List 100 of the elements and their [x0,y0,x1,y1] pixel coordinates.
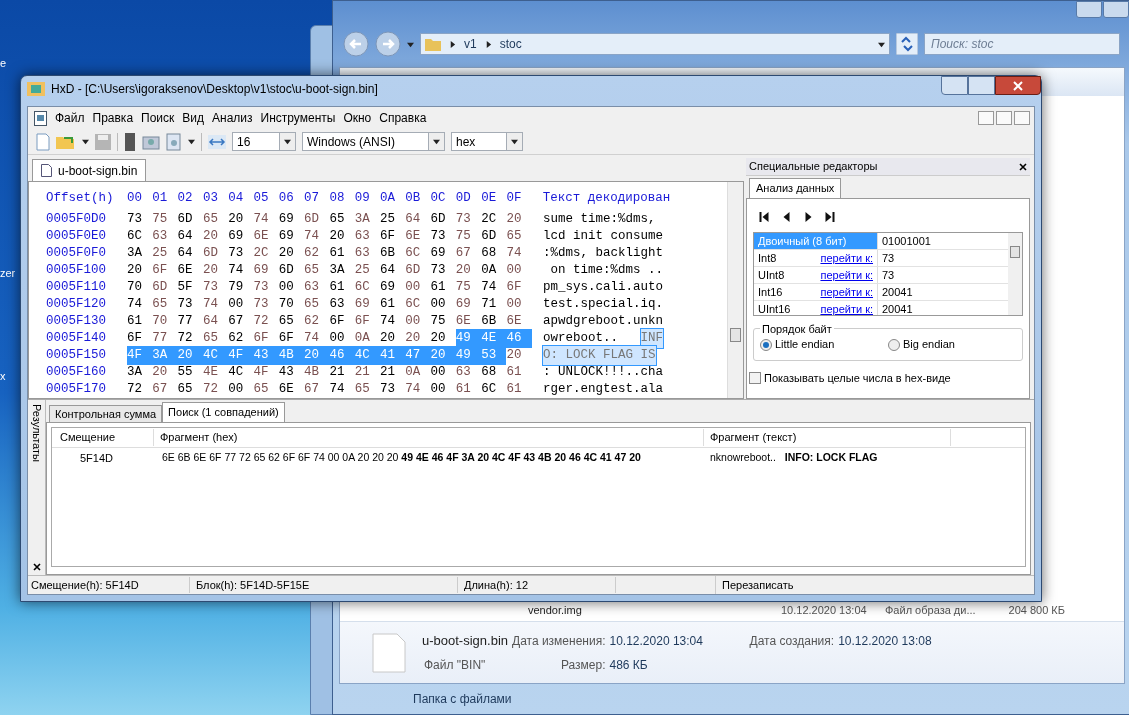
minimize-button[interactable] [941,76,968,95]
hex-byte: 46 [506,330,523,348]
radio-button[interactable] [888,338,900,351]
hex-byte: 20 [228,211,245,229]
radio-option[interactable]: Big endian [888,336,1016,353]
column-header[interactable]: Смещение [52,429,154,446]
maximize-button[interactable] [1103,1,1129,18]
status-offset: Смещение(h): 5F14D [28,576,190,594]
file-name[interactable]: vendor.img [528,601,781,619]
hex-byte: 46 [329,347,346,365]
byte-group[interactable]: 20 6F 6E 20 74 69 6D 65 3A 25 64 6D 73 20 0A 00 [127,261,532,280]
hex-byte: 6E [278,381,295,398]
file-icon [372,632,406,673]
menu-item[interactable]: Окно [343,109,372,127]
goto-link[interactable]: перейти к: [820,266,873,284]
hex-byte: 6D [405,262,422,280]
desktop-icon-label[interactable]: x [0,368,6,385]
byte-group[interactable]: 3A 25 64 6D 73 2C 20 62 61 63 6B 6C 69 67 68 74 [127,244,532,263]
minimize-button[interactable] [978,111,994,125]
menu-item[interactable]: Инструменты [260,109,336,127]
menu-item[interactable]: Файл [55,109,85,127]
panel-tab[interactable]: Анализ данных [749,178,842,198]
data-row[interactable]: Двоичный (8 бит) 01001001 [754,233,1008,250]
byte-group[interactable]: 6C 63 64 20 69 6E 69 74 20 63 6F 6E 73 75 6D 65 [127,227,532,246]
byte-group[interactable]: 73 75 6D 65 20 74 69 6D 65 3A 25 64 6D 73 2C 20 [127,210,532,229]
goto-link[interactable]: перейти к: [820,249,873,267]
last-icon[interactable] [824,211,836,223]
scroll-thumb[interactable] [730,328,741,342]
data-row[interactable]: Int8 перейти к: 73 [754,250,1008,267]
byte-group[interactable]: 61 70 77 64 67 72 65 62 6F 6F 74 00 75 6E 6B 6E [127,312,532,331]
goto-link[interactable]: перейти к: [820,300,873,315]
hex-byte: 20 [455,262,472,280]
hex-byte: 20 [430,347,447,365]
scrollbar[interactable] [1008,233,1022,315]
new-file-icon[interactable] [36,132,50,151]
row-offset: 0005F130 [46,313,107,331]
checkbox-option[interactable]: Показывать целые числа в hex-виде [749,370,1023,387]
hex-byte: 43 [278,364,295,382]
scrollbar[interactable] [727,182,743,398]
breadcrumb-item[interactable]: v1 [464,35,477,53]
column-header[interactable]: Фрагмент (hex) [154,429,704,446]
hex-byte: 74 [379,313,396,331]
hex-byte: 63 [354,245,371,263]
maximize-button[interactable] [968,76,995,95]
radio-button[interactable] [760,338,772,351]
menu-item[interactable]: Поиск [141,109,175,127]
first-icon[interactable] [758,211,770,223]
decoded-text: O: LOCK FLAG IS [543,346,656,365]
byte-group[interactable]: 6F 77 72 65 62 6F 6F 74 00 0A 20 20 20 [127,329,456,348]
charset-select[interactable]: Windows (ANSI) [302,132,445,151]
window-title: HxD - [C:\Users\igoraksenov\Desktop\v1\stoc\u-boot-sign.bin] [51,80,378,98]
byte-group[interactable]: 3A 20 55 4E 4C 4F 43 4B 21 21 21 0A 00 63 68 61 [127,363,532,382]
checkbox[interactable] [749,372,761,385]
column-header: 03 [202,190,219,207]
decoded-text: sume time:%dms, [543,211,656,229]
row-offset: 0005F150 [46,347,107,365]
address-bar[interactable]: v1 stoc [420,33,890,55]
breadcrumb-item[interactable]: stoc [499,35,522,53]
hex-byte: 4F [228,347,245,365]
byte-group[interactable]: 70 6D 5F 73 79 73 00 63 61 6C 69 00 61 75 74 6F [127,278,532,297]
menu-item[interactable]: Вид [182,109,205,127]
offset-base-select[interactable]: hex [451,132,523,151]
close-button[interactable] [995,76,1041,95]
minimize-button[interactable] [1076,1,1102,18]
results-tab[interactable]: Контрольная сумма [49,405,163,422]
hex-byte: 65 [202,330,219,348]
hex-byte: 2C [253,245,270,263]
goto-link[interactable]: перейти к: [820,283,873,301]
byte-group[interactable]: 72 67 65 72 00 65 6E 67 74 65 73 74 00 61 6C 61 [127,380,532,398]
search-field[interactable]: Поиск: stoc [924,33,1120,55]
bytes-per-row-select[interactable]: 16 [232,132,296,151]
hex-byte: 77 [177,313,194,331]
hex-byte: 75 [430,313,447,331]
radio-option[interactable]: Little endian [760,336,888,353]
side-tab[interactable]: Результаты [28,404,45,462]
forward-icon[interactable] [375,31,401,57]
hex-byte: 6C [481,381,498,398]
close-icon[interactable] [1019,162,1027,171]
column-header[interactable]: Фрагмент (текст) [704,429,951,446]
menu-item[interactable]: Справка [379,109,427,127]
close-icon[interactable] [32,563,41,571]
back-icon[interactable] [343,31,369,57]
data-row[interactable]: UInt8 перейти к: 73 [754,267,1008,284]
document-tab[interactable]: u-boot-sign.bin [32,159,147,181]
hex-byte: 64 [379,262,396,280]
menu-item[interactable]: Правка [92,109,134,127]
desktop-icon-label[interactable]: zer [0,265,16,282]
byte-group[interactable]: 74 65 73 74 00 73 70 65 63 69 61 6C 00 69 71 00 [127,295,532,314]
byte-group[interactable]: 20 [506,346,532,365]
scroll-thumb[interactable] [1010,246,1020,258]
results-tab[interactable]: Поиск (1 совпадений) [162,402,285,422]
menu-item[interactable]: Анализ [212,109,253,127]
save-icon[interactable] [95,133,111,150]
data-row[interactable]: Int16 перейти к: 20041 [754,284,1008,301]
document-icon[interactable] [166,132,182,151]
restore-button[interactable] [996,111,1012,125]
hex-byte: 6D [278,262,295,280]
refresh-icon[interactable] [896,33,918,55]
desktop-icon-label[interactable]: e [0,55,7,72]
hex-byte: 74 [304,330,321,348]
